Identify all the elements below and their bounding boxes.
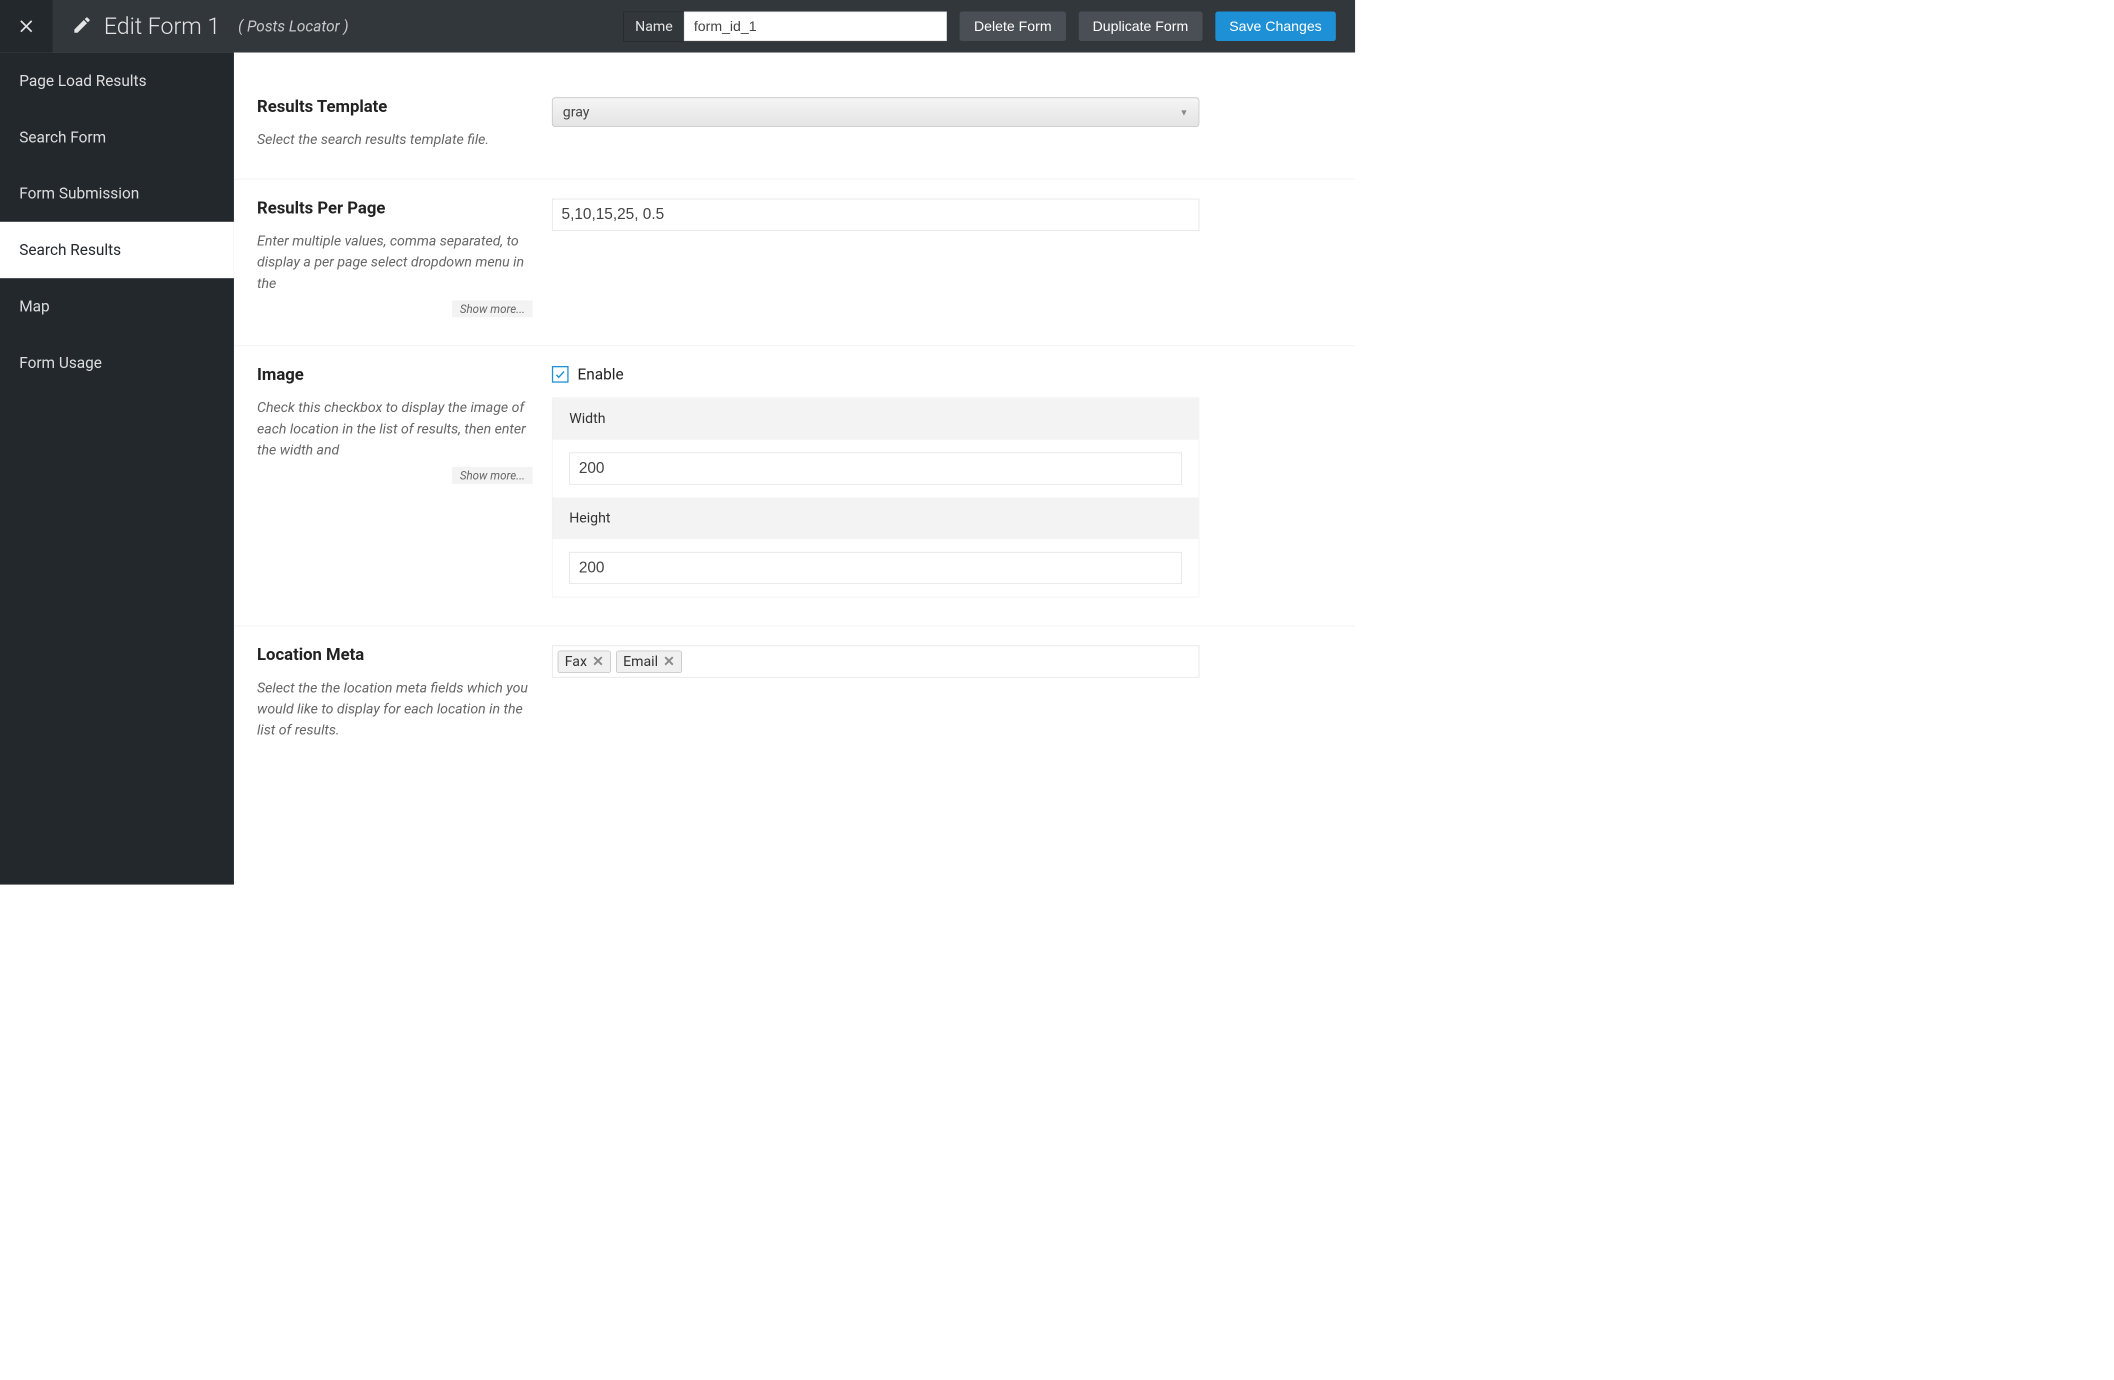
image-height-label: Height <box>553 497 1199 539</box>
desc-results-per-page: Enter multiple values, comma separated, … <box>257 231 533 294</box>
check-icon <box>554 369 566 381</box>
title-wrap: Edit Form 1 ( Posts Locator ) <box>72 13 623 40</box>
image-height-input[interactable] <box>569 552 1182 584</box>
row-results-per-page: Results Per Page Enter multiple values, … <box>234 179 1355 346</box>
content: Results Template Select the search resul… <box>234 53 1355 885</box>
close-icon <box>16 16 37 37</box>
tag-label: Email <box>623 653 658 669</box>
delete-form-button[interactable]: Delete Form <box>960 12 1066 41</box>
results-template-value: gray <box>563 104 590 120</box>
page-subtitle: ( Posts Locator ) <box>238 17 349 35</box>
tag-label: Fax <box>565 653 587 669</box>
sidebar-item-form-usage[interactable]: Form Usage <box>0 335 234 391</box>
chevron-down-icon: ▼ <box>1180 107 1189 118</box>
close-button[interactable] <box>0 0 53 53</box>
results-per-page-input[interactable] <box>552 199 1199 231</box>
row-location-meta: Location Meta Select the the location me… <box>234 626 1355 769</box>
save-changes-button[interactable]: Save Changes <box>1215 12 1336 41</box>
sidebar-item-search-form[interactable]: Search Form <box>0 109 234 165</box>
image-sub-panel: Width Height <box>552 397 1199 597</box>
image-width-label: Width <box>553 398 1199 440</box>
form-name-wrap: Name <box>623 11 947 41</box>
sidebar-item-form-submission[interactable]: Form Submission <box>0 165 234 221</box>
desc-image: Check this checkbox to display the image… <box>257 397 533 460</box>
tag-remove-icon[interactable]: ✕ <box>663 653 675 669</box>
app-header: Edit Form 1 ( Posts Locator ) Name Delet… <box>0 0 1355 53</box>
duplicate-form-button[interactable]: Duplicate Form <box>1078 12 1202 41</box>
label-results-per-page: Results Per Page <box>257 199 533 218</box>
tag-fax: Fax ✕ <box>558 650 611 672</box>
page-title: Edit Form 1 <box>104 13 220 40</box>
label-image: Image <box>257 365 533 384</box>
sidebar: Page Load Results Search Form Form Submi… <box>0 53 234 885</box>
row-results-template: Results Template Select the search resul… <box>234 78 1355 179</box>
image-enable-label: Enable <box>578 365 624 383</box>
image-enable-checkbox[interactable] <box>552 366 569 383</box>
label-results-template: Results Template <box>257 97 533 116</box>
show-more-image[interactable]: Show more... <box>452 467 532 484</box>
location-meta-tags-input[interactable]: Fax ✕ Email ✕ <box>552 645 1199 677</box>
desc-results-template: Select the search results template file. <box>257 129 533 150</box>
image-width-input[interactable] <box>569 453 1182 485</box>
tag-remove-icon[interactable]: ✕ <box>592 653 604 669</box>
sidebar-item-page-load-results[interactable]: Page Load Results <box>0 53 234 109</box>
desc-location-meta: Select the the location meta fields whic… <box>257 678 533 741</box>
tag-email: Email ✕ <box>616 650 682 672</box>
sidebar-item-map[interactable]: Map <box>0 278 234 334</box>
sidebar-item-search-results[interactable]: Search Results <box>0 222 234 278</box>
results-template-select[interactable]: gray ▼ <box>552 97 1199 126</box>
label-location-meta: Location Meta <box>257 645 533 664</box>
pencil-icon <box>72 15 93 38</box>
show-more-results-per-page[interactable]: Show more... <box>452 301 532 318</box>
form-name-label: Name <box>623 11 684 41</box>
row-image: Image Check this checkbox to display the… <box>234 346 1355 626</box>
form-name-input[interactable] <box>684 12 947 41</box>
